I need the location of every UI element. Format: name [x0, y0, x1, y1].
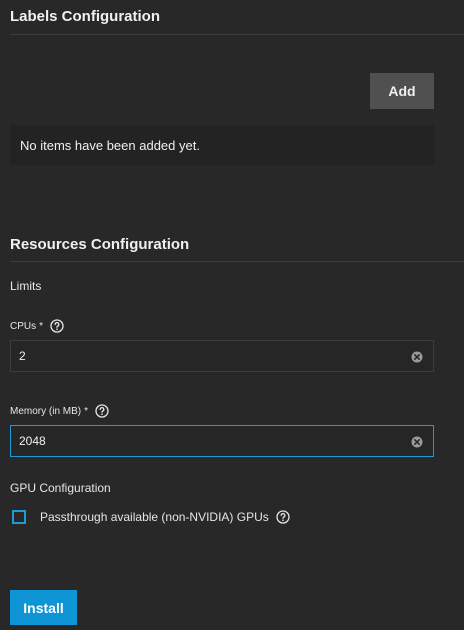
clear-circle-icon[interactable] — [411, 435, 423, 448]
memory-label-text: Memory (in MB) — [10, 405, 82, 417]
install-app-form: Labels Configuration Add No items have b… — [0, 0, 464, 630]
help-circle-icon[interactable] — [95, 404, 109, 418]
labels-config-divider — [10, 34, 464, 35]
cpus-input[interactable] — [11, 341, 391, 371]
help-circle-icon[interactable] — [50, 319, 64, 333]
labels-config-title: Labels Configuration — [10, 8, 160, 25]
gpu-passthrough-label[interactable]: Passthrough available (non-NVIDIA) GPUs — [40, 510, 290, 524]
help-circle-icon[interactable] — [276, 510, 290, 524]
cpus-label-text: CPUs — [10, 320, 37, 332]
memory-label: Memory (in MB) * — [10, 404, 109, 418]
gpu-config-heading: GPU Configuration — [10, 481, 111, 495]
clear-circle-icon[interactable] — [411, 350, 423, 363]
cpus-field — [10, 340, 434, 372]
add-label-button[interactable]: Add — [370, 73, 434, 109]
memory-field — [10, 425, 434, 457]
required-marker: * — [39, 320, 44, 332]
labels-empty-list: No items have been added yet. — [10, 125, 434, 165]
gpu-passthrough-checkbox[interactable] — [12, 510, 26, 524]
limits-heading: Limits — [10, 279, 42, 293]
install-button[interactable]: Install — [10, 590, 77, 625]
memory-input[interactable] — [11, 426, 391, 456]
resources-config-divider — [10, 261, 464, 262]
cpus-label: CPUs * — [10, 319, 64, 333]
empty-list-message: No items have been added yet. — [20, 137, 200, 153]
gpu-passthrough-text: Passthrough available (non-NVIDIA) GPUs — [40, 510, 269, 524]
resources-config-title: Resources Configuration — [10, 236, 190, 253]
required-marker: * — [84, 405, 89, 417]
